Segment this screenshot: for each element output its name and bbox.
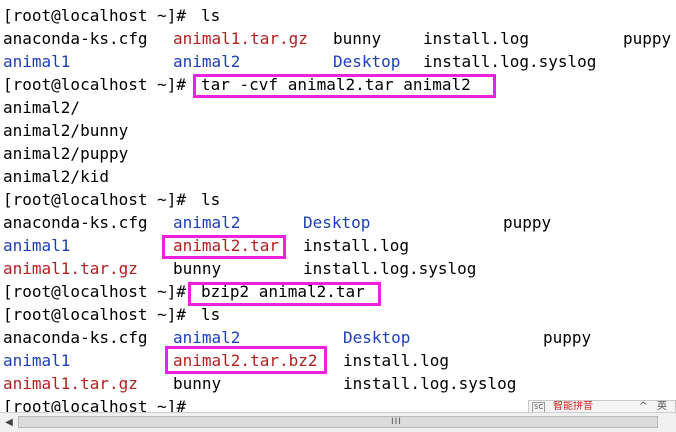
ls-output-row: animal1 animal2.tar install.log <box>3 235 409 257</box>
file-entry: install.log <box>423 29 529 48</box>
ls-output-row: anaconda-ks.cfg animal2 Desktop puppy <box>3 212 551 234</box>
shell-prompt: [root@localhost ~]# <box>3 75 187 94</box>
terminal-line: [root@localhost ~]# bzip2 animal2.tar <box>3 281 365 303</box>
archive-entry: animal2.tar <box>173 236 279 255</box>
command-text: ls <box>201 6 221 25</box>
file-entry: install.log.syslog <box>303 259 477 278</box>
shell-prompt: [root@localhost ~]# <box>3 305 187 324</box>
directory-entry: animal1 <box>3 236 71 255</box>
file-entry: install.log.syslog <box>423 52 597 71</box>
tar-output-text: animal2/ <box>3 98 81 117</box>
directory-entry: animal2 <box>173 213 241 232</box>
directory-entry: animal2 <box>173 52 241 71</box>
command-text: bzip2 animal2.tar <box>201 282 365 301</box>
ls-output-row: animal1.tar.gz bunny install.log.syslog <box>3 258 476 280</box>
file-entry: anaconda-ks.cfg <box>3 328 148 347</box>
tar-output-text: animal2/puppy <box>3 144 129 163</box>
tar-output-text: animal2/kid <box>3 167 109 186</box>
ls-output-row: animal1 animal2 Desktop install.log.sysl… <box>3 51 596 73</box>
file-entry: puppy <box>623 29 672 48</box>
archive-entry: animal1.tar.gz <box>3 259 138 278</box>
shell-prompt: [root@localhost ~]# <box>3 6 187 25</box>
terminal-line: [root@localhost ~]# <box>3 396 186 412</box>
directory-entry: animal2 <box>173 328 241 347</box>
file-entry: bunny <box>333 29 382 48</box>
terminal-line: [root@localhost ~]# ls <box>3 304 220 326</box>
tar-output-line: animal2/bunny <box>3 120 128 142</box>
ls-output-row: anaconda-ks.cfg animal1.tar.gz bunny ins… <box>3 28 671 50</box>
tar-output-line: animal2/puppy <box>3 143 128 165</box>
ls-output-row: animal1.tar.gz bunny install.log.syslog <box>3 373 516 395</box>
file-entry: puppy <box>543 328 592 347</box>
scrollbar-thumb[interactable]: III <box>18 416 658 428</box>
file-entry: anaconda-ks.cfg <box>3 213 148 232</box>
terminal-line: [root@localhost ~]# ls <box>3 189 220 211</box>
file-entry: anaconda-ks.cfg <box>3 29 148 48</box>
scroll-left-arrow-icon[interactable]: ◀ <box>2 416 16 430</box>
directory-entry: animal1 <box>3 351 71 370</box>
terminal-line: [root@localhost ~]# ls <box>3 5 220 27</box>
command-text: ls <box>201 190 221 209</box>
ls-output-row: anaconda-ks.cfg animal2 Desktop puppy <box>3 327 591 349</box>
directory-entry: Desktop <box>343 328 411 347</box>
command-text: ls <box>201 305 221 324</box>
horizontal-scrollbar[interactable]: ◀ III <box>0 412 676 432</box>
file-entry: install.log <box>303 236 409 255</box>
tar-output-text: animal2/bunny <box>3 121 129 140</box>
scrollbar-grip: III <box>391 417 402 427</box>
terminal-window[interactable]: [root@localhost ~]# ls anaconda-ks.cfg a… <box>0 0 676 412</box>
file-entry: bunny <box>173 374 222 393</box>
file-entry: install.log.syslog <box>343 374 517 393</box>
file-entry: install.log <box>343 351 449 370</box>
directory-entry: Desktop <box>333 52 401 71</box>
shell-prompt: [root@localhost ~]# <box>3 282 187 301</box>
file-entry: puppy <box>503 213 552 232</box>
archive-entry: animal1.tar.gz <box>3 374 138 393</box>
tar-output-line: animal2/kid <box>3 166 109 188</box>
shell-prompt: [root@localhost ~]# <box>3 397 187 412</box>
ls-output-row: animal1 animal2.tar.bz2 install.log <box>3 350 449 372</box>
archive-entry: animal1.tar.gz <box>173 29 308 48</box>
directory-entry: Desktop <box>303 213 371 232</box>
command-text: tar -cvf animal2.tar animal2 <box>201 75 471 94</box>
archive-entry: animal2.tar.bz2 <box>173 351 318 370</box>
tar-output-line: animal2/ <box>3 97 80 119</box>
terminal-line: [root@localhost ~]# tar -cvf animal2.tar… <box>3 74 471 96</box>
file-entry: bunny <box>173 259 222 278</box>
directory-entry: animal1 <box>3 52 71 71</box>
shell-prompt: [root@localhost ~]# <box>3 190 187 209</box>
